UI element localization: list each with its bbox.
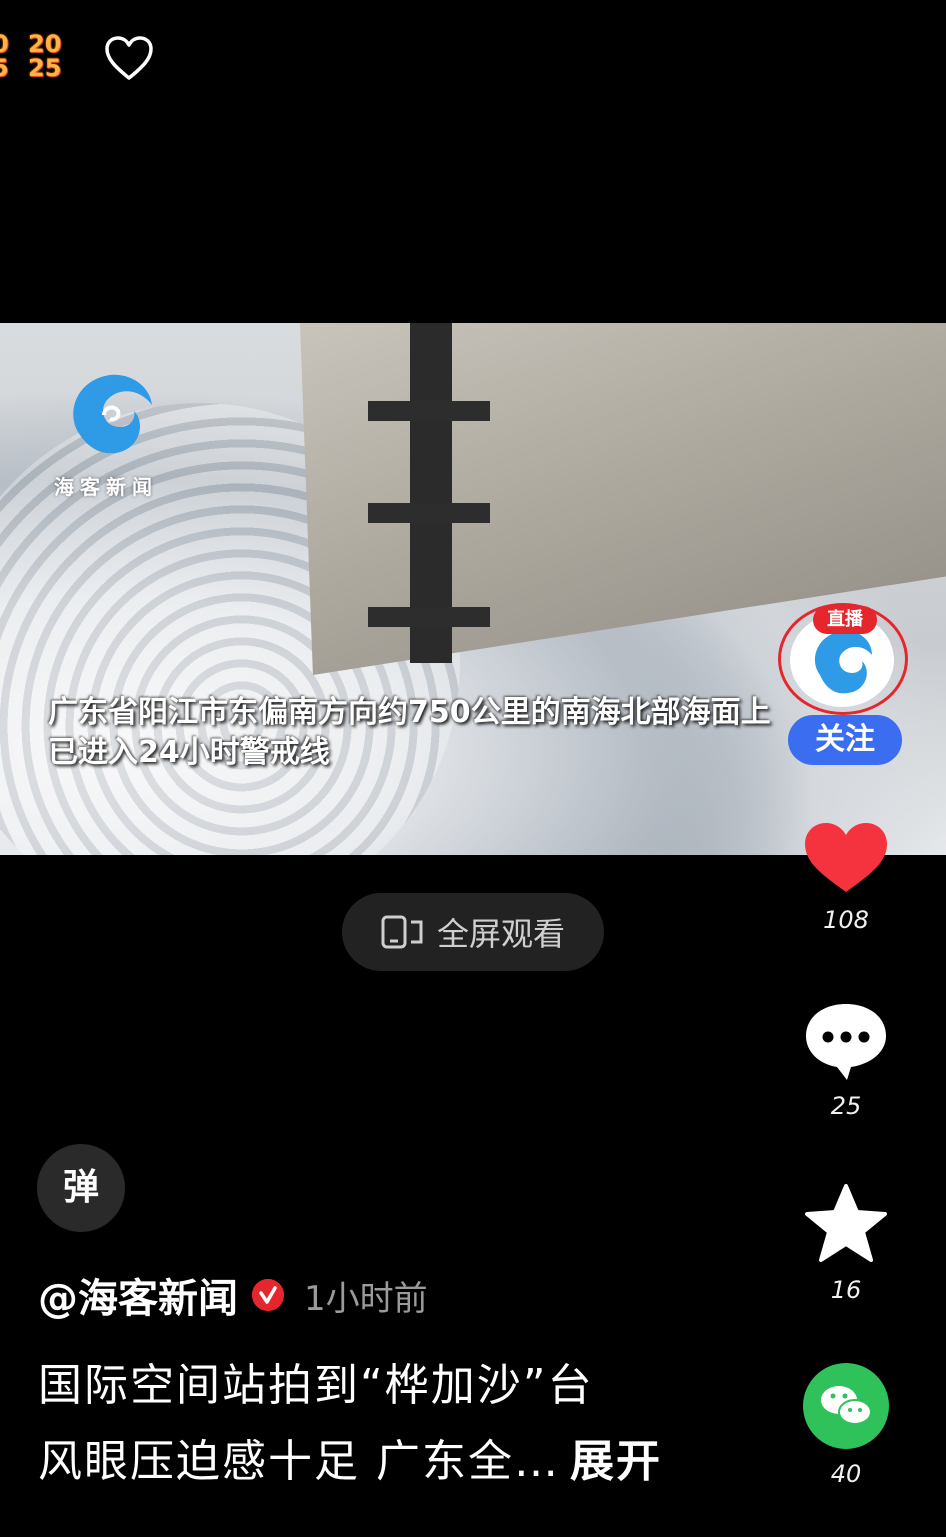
video-subtitle: 广东省阳江市东偏南方向约750公里的南海北部海面上 已进入24小时警戒线: [48, 693, 808, 773]
comment-bubble-icon: [806, 1004, 886, 1080]
caption-line-2: 风眼压迫感十足 广东全… 展开: [38, 1424, 738, 1500]
like-heart-icon: [805, 823, 887, 892]
danmaku-toggle-button[interactable]: 弹: [37, 1144, 125, 1232]
comment-button[interactable]: 25: [796, 1000, 896, 1120]
watermark-text: 海客新闻: [54, 475, 158, 499]
haike-logo-icon: [73, 374, 152, 454]
station-bar: [368, 401, 490, 421]
wechat-icon: [803, 1363, 889, 1449]
author-avatar[interactable]: 直播: [776, 603, 910, 715]
author-row: @海客新闻 1小时前: [38, 1268, 428, 1322]
share-wechat-button[interactable]: 40: [796, 1362, 896, 1488]
fullscreen-label: 全屏观看: [436, 915, 565, 953]
badge-year-bottom: 25: [28, 54, 62, 82]
caption-line: 国际空间站拍到“桦加沙”台: [38, 1360, 594, 1411]
favorite-heart-icon[interactable]: [104, 36, 154, 82]
share-count: 40: [830, 1460, 862, 1488]
like-count: 108: [823, 906, 869, 934]
video-player[interactable]: 海客新闻 广东省阳江市东偏南方向约750公里的南海北部海面上 已进入24小时警戒…: [0, 323, 946, 855]
fullscreen-button[interactable]: 全屏观看: [342, 893, 604, 971]
video-caption[interactable]: 国际空间站拍到“桦加沙”台 风眼压迫感十足 广东全… 展开: [38, 1348, 738, 1500]
verified-badge-icon: [252, 1279, 284, 1311]
post-time: 1小时前: [304, 1278, 428, 1319]
favorite-button[interactable]: 16: [796, 1182, 896, 1304]
favorite-count: 16: [830, 1276, 862, 1304]
expand-link[interactable]: 展开: [570, 1436, 662, 1487]
subtitle-line: 广东省阳江市东偏南方向约750公里的南海北部海面上: [48, 695, 771, 730]
author-name[interactable]: @海客新闻: [38, 1266, 238, 1324]
comment-count: 25: [830, 1092, 862, 1120]
live-badge: 直播: [813, 606, 877, 634]
like-button[interactable]: 108: [796, 820, 896, 934]
station-bar: [368, 607, 490, 627]
follow-button[interactable]: 关注: [788, 715, 902, 765]
station-bar: [368, 503, 490, 523]
event-2025-badge[interactable]: 0 5 20 25: [0, 28, 76, 84]
rotate-screen-icon: [381, 915, 423, 949]
star-icon: [805, 1184, 887, 1262]
badge-year-top: 20: [28, 30, 62, 58]
badge-partial-top: 0: [0, 30, 9, 58]
subtitle-line: 已进入24小时警戒线: [48, 735, 330, 770]
caption-line: 风眼压迫感十足 广东全…: [38, 1436, 560, 1487]
badge-partial-bottom: 5: [0, 54, 9, 82]
